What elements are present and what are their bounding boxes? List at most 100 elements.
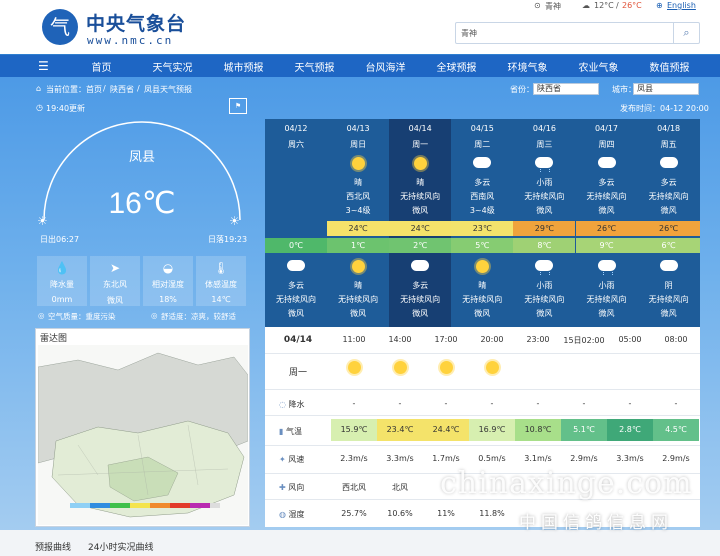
cloud-icon: ☁ (582, 1, 590, 10)
sun-icon (351, 260, 365, 273)
nav-observation[interactable]: 天气实况 (137, 59, 208, 74)
hourly-humidity: 25.7% (341, 509, 367, 518)
nav-agriculture[interactable]: 农业气象 (563, 59, 634, 74)
night-wind-level: 微风 (598, 309, 615, 318)
hourly-temp: 15.9℃ (331, 419, 377, 441)
nav-city-forecast[interactable]: 城市预报 (208, 59, 279, 74)
forecast-day[interactable]: 04/18 周五 多云 无持续风向 微风 26℃ 6℃ 阴无持续风向 微风 (637, 119, 700, 327)
night-weather: 小雨 (598, 281, 615, 290)
day-wind-level: 微风 (660, 206, 677, 215)
air-quality-icon: ◎ (38, 311, 45, 320)
wind-direction-icon: ✚ (279, 483, 286, 492)
forecast-day[interactable]: 04/13 周日晴西北风 3~4级 24℃ 1℃ 晴无持续风向 微风 (327, 119, 390, 327)
tab-forecast-curve[interactable]: 预报曲线 (35, 540, 71, 553)
night-wind-level: 微风 (288, 309, 304, 318)
hourly-time: 20:00 (480, 335, 504, 344)
high-temp: 26℃ (575, 221, 638, 236)
forecast-day[interactable]: 04/15 周二 多云 西南风 3~4级 23℃ 5℃ 晴无持续风向 微风 (451, 119, 514, 327)
hourly-time: 05:00 (618, 335, 642, 344)
day-wind-level: 3~4级 (469, 206, 495, 215)
humidity-icon: ◒ (162, 261, 174, 275)
forecast-date: 04/13 (346, 124, 370, 133)
hourly-wind-dir: 北风 (392, 483, 408, 492)
day-weather-icon (576, 152, 638, 170)
hourly-icon (653, 361, 699, 374)
cloud-icon (411, 260, 430, 271)
row-divider (265, 389, 700, 390)
hourly-wind-speed: 3.3m/s (616, 454, 644, 463)
hourly-wind-speed: 2.3m/s (340, 454, 368, 463)
night-wind: 无持续风向 (462, 295, 503, 304)
forecast-day[interactable]: 04/12 周六 0℃ 多云 无持续风向 微风 (265, 119, 327, 327)
day-weather-icon (389, 157, 451, 172)
watermark-url: chinaxinge.com (440, 466, 693, 501)
nav-global[interactable]: 全球预报 (421, 59, 492, 74)
hourly-temp: 16.9℃ (469, 419, 515, 441)
province-select[interactable]: 陕西省 (533, 83, 599, 95)
nav-weather-forecast[interactable]: 天气预报 (279, 59, 350, 74)
forecast-date: 04/14 (408, 124, 432, 133)
hourly-time: 23:00 (526, 335, 550, 344)
hourly-humidity: 11% (437, 509, 455, 518)
breadcrumb-province[interactable]: 陕西省 (110, 84, 134, 95)
search-box[interactable]: 青神 ⌕ (455, 22, 700, 44)
row-divider (265, 415, 700, 416)
sunset-time: 日落19:23 (208, 235, 248, 244)
hourly-rain: - (490, 399, 494, 408)
night-wind: 无持续风向 (524, 295, 565, 304)
day-wind: 无持续风向 (586, 192, 627, 201)
forecast-day[interactable]: 04/14 周一晴无持续风向 微风 24℃ 2℃ 多云 无持续风向 微风 (389, 119, 452, 327)
night-weather: 晴 (478, 281, 487, 290)
cloud-icon (529, 361, 547, 372)
hourly-temp-label: ▮ 气温 (279, 427, 302, 436)
nav-numerical[interactable]: 数值预报 (634, 59, 705, 74)
radar-panel[interactable]: 雷达图 (35, 328, 250, 527)
air-quality: 空气质量：重度污染 (48, 312, 116, 321)
hourly-humidity: 10.6% (387, 509, 413, 518)
nmc-logo-icon[interactable]: 气 (42, 9, 78, 45)
cloud-icon (575, 361, 593, 372)
hourly-wind-speed: 0.5m/s (478, 454, 506, 463)
menu-icon[interactable]: ☰ (38, 59, 66, 73)
weather-alert-icon[interactable]: ⚑ (229, 98, 247, 114)
hourly-rain: - (444, 399, 448, 408)
search-input[interactable]: 青神 (461, 28, 477, 39)
sun-icon (413, 157, 427, 170)
forecast-weekday: 周五 (660, 140, 677, 149)
nav-home[interactable]: 首页 (66, 59, 137, 74)
english-link[interactable]: English (667, 1, 696, 10)
forecast-day[interactable]: 04/16 周三 小雨 无持续风向 微风 29℃ 8℃ 小雨 无持续风向 微风 (513, 119, 576, 327)
hourly-rain-label: ◌ 降水 (279, 400, 305, 409)
hourly-icon (561, 361, 607, 374)
hourly-icon (607, 361, 653, 374)
nav-environment[interactable]: 环境气象 (492, 59, 563, 74)
nav-typhoon[interactable]: 台风海洋 (350, 59, 421, 74)
hourly-temp: 5.1℃ (561, 419, 607, 441)
forecast-date: 04/15 (470, 124, 494, 133)
partly-cloudy-icon (594, 152, 616, 168)
radar-title: 雷达图 (40, 334, 68, 344)
top-city[interactable]: 青神 (545, 1, 561, 12)
day-wind-level: 微风 (536, 206, 553, 215)
night-wind-level: 微风 (350, 309, 367, 318)
city-select[interactable]: 凤县 (633, 83, 699, 95)
day-weather-icon (638, 152, 700, 170)
night-wind-level: 微风 (412, 309, 429, 318)
thermometer-icon: 🌡 (213, 261, 229, 275)
tab-24h-curve[interactable]: 24小时实况曲线 (88, 540, 153, 553)
low-temp: 8℃ (513, 238, 576, 253)
night-wind-level: 微风 (536, 309, 553, 318)
publish-time: 发布时间：04-12 20:00 (620, 104, 709, 113)
partly-cloudy-icon (470, 152, 492, 168)
site-header: 气 中央气象台 www.nmc.cn ⊙ 青神 ☁ 12°C / 26°C ⊕ … (0, 0, 720, 54)
hourly-humidity: 11.8% (479, 509, 505, 518)
search-icon[interactable]: ⌕ (673, 23, 699, 43)
breadcrumb-home[interactable]: 首页 (86, 84, 102, 95)
hourly-icon (469, 361, 515, 376)
forecast-day[interactable]: 04/17 周四 多云 无持续风向 微风 26℃ 9℃ 小雨 无持续风向 微风 (575, 119, 638, 327)
location-pin-icon: ⊙ (534, 1, 541, 10)
sunrise-time: 日出06:27 (40, 235, 80, 244)
hourly-time: 11:00 (342, 335, 366, 344)
hourly-wind-speed: 1.7m/s (432, 454, 460, 463)
night-weather-icon (513, 260, 575, 275)
